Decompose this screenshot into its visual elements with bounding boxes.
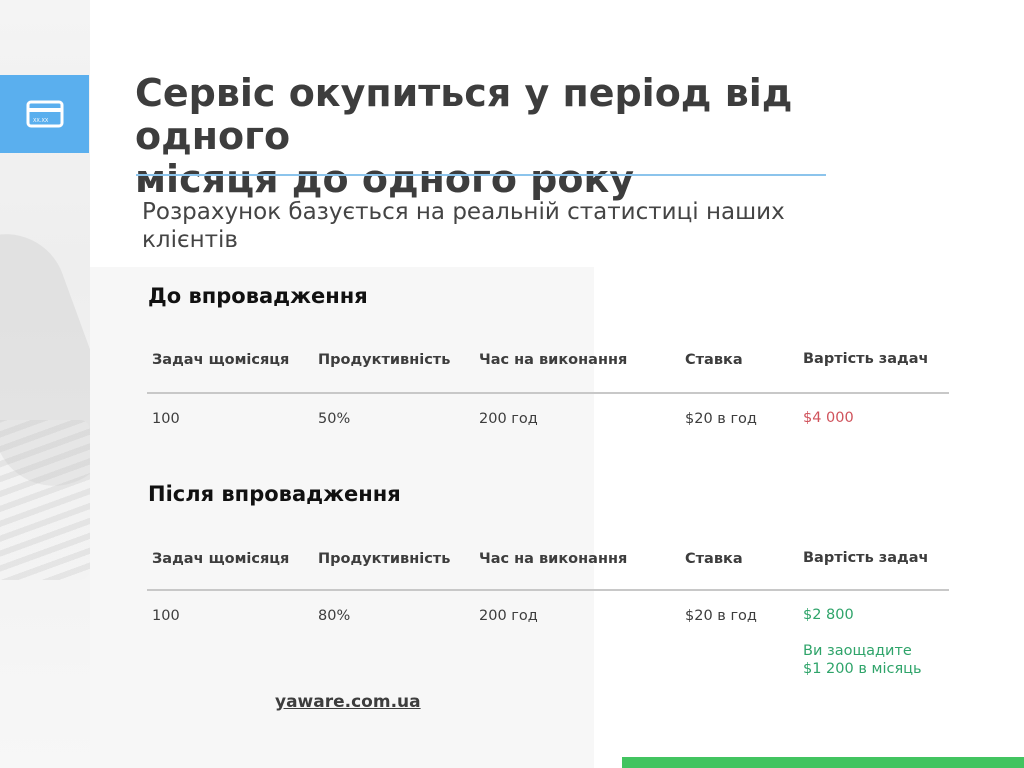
page-title: Сервіс окупиться у період від одного міс… [135, 72, 955, 201]
after-header-cost: Вартість задач [803, 550, 929, 566]
after-cell-tasks: 100 [152, 608, 180, 624]
savings-line-2: $1 200 в місяць [803, 661, 922, 677]
before-header-rate: Ставка [685, 352, 743, 368]
savings-note: Ви заощадите $1 200 в місяць [803, 642, 922, 678]
before-cell-rate: $20 в год [685, 411, 757, 427]
before-cell-cost: $4 000 [803, 410, 854, 426]
credit-card-icon: XX.XX [26, 100, 63, 128]
website-link[interactable]: yaware.com.ua [275, 692, 421, 712]
after-table-divider [147, 589, 949, 591]
section-icon-tab: XX.XX [0, 75, 89, 153]
before-cell-tasks: 100 [152, 411, 180, 427]
subtitle-line-1: Розрахунок базується на реальній статист… [142, 199, 785, 225]
after-header-productivity: Продуктивність [318, 551, 451, 567]
before-section-title: До впровадження [148, 284, 368, 308]
after-header-tasks: Задач щомісяця [152, 551, 290, 567]
page-subtitle: Розрахунок базується на реальній статист… [142, 198, 842, 254]
bottom-accent-bar [622, 757, 1024, 768]
savings-line-1: Ви заощадите [803, 643, 912, 659]
before-table-divider [147, 392, 949, 394]
after-cell-time: 200 год [479, 608, 538, 624]
before-header-productivity: Продуктивність [318, 352, 451, 368]
before-header-tasks: Задач щомісяця [152, 352, 290, 368]
after-cell-cost: $2 800 [803, 607, 854, 623]
before-cell-productivity: 50% [318, 411, 351, 427]
before-header-cost: Вартість задач [803, 351, 929, 367]
after-header-time: Час на виконання [479, 551, 628, 567]
background-keyboard-shape [0, 420, 90, 580]
after-cell-productivity: 80% [318, 608, 351, 624]
card-number-text: XX.XX [33, 118, 49, 124]
title-line-1: Сервіс окупиться у період від одного [135, 71, 793, 158]
after-header-rate: Ставка [685, 551, 743, 567]
title-divider [136, 174, 826, 176]
after-section-title: Після впровадження [148, 482, 401, 506]
after-cell-rate: $20 в год [685, 608, 757, 624]
before-header-time: Час на виконання [479, 352, 628, 368]
title-line-2: місяця до одного року [135, 157, 635, 201]
before-cell-time: 200 год [479, 411, 538, 427]
subtitle-line-2: клієнтів [142, 227, 238, 253]
